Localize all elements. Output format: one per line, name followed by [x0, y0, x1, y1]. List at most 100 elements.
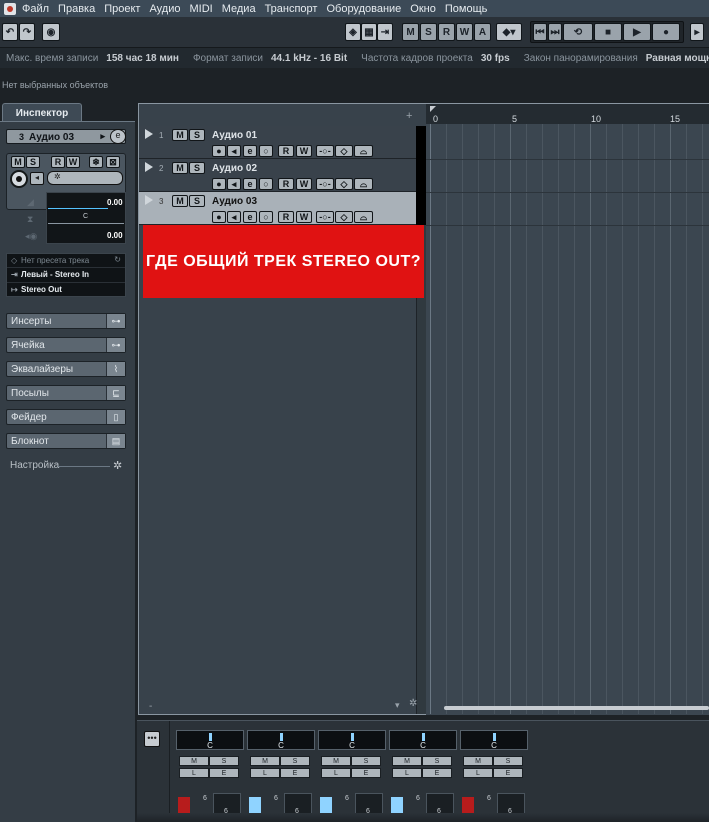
mute-button[interactable]: M [11, 156, 25, 168]
track-row[interactable]: 1 M S Аудио 01 ● ◂ e ○ R W -○- ◇ ⌓ [139, 126, 427, 159]
solo-mode-button[interactable]: S [420, 23, 437, 41]
mixer-options-button[interactable]: ••• [144, 731, 160, 747]
gear-icon[interactable]: ✲ [409, 698, 417, 709]
edit-button[interactable]: E [422, 768, 452, 778]
time-base-icon[interactable]: ◇ [335, 145, 353, 157]
automation-mode-button[interactable]: A [474, 23, 491, 41]
listen-button[interactable]: L [250, 768, 280, 778]
section-inserts[interactable]: Инсерты ⊶ [6, 313, 126, 329]
input-routing-field[interactable]: ⇥ Левый - Stereo In [7, 268, 125, 283]
record-enable-button[interactable]: ● [212, 145, 226, 157]
read-button[interactable]: R [278, 211, 294, 223]
solo-button[interactable]: S [26, 156, 40, 168]
edit-button[interactable]: E [209, 768, 239, 778]
toolbar-expand-button[interactable]: ▸ [690, 23, 704, 41]
expand-track-icon[interactable] [145, 129, 153, 139]
volume-slider[interactable] [48, 208, 108, 209]
menu-transport[interactable]: Транспорт [265, 3, 318, 15]
monitor-button[interactable]: ◂ [227, 178, 241, 190]
lanes-button[interactable]: ○ [259, 178, 273, 190]
freeze-icon[interactable]: ⌓ [354, 145, 373, 157]
frame-rate-value[interactable]: 30 fps [481, 53, 510, 64]
mute-button[interactable]: M [321, 756, 351, 766]
input-monitor-dropdown[interactable]: ✲ [47, 171, 123, 185]
menu-help[interactable]: Помощь [445, 3, 488, 15]
listen-button[interactable]: L [392, 768, 422, 778]
pan-control[interactable]: C [176, 730, 244, 750]
inspector-settings-label[interactable]: Настройка [10, 460, 59, 471]
write-button[interactable]: W [66, 156, 80, 168]
inspector-track-header[interactable]: 3 Аудио 03 ▸ [6, 129, 126, 144]
track-name[interactable]: Аудио 03 [212, 196, 257, 207]
listen-button[interactable]: L [463, 768, 493, 778]
read-button[interactable]: R [51, 156, 65, 168]
cycle-button[interactable]: ⟲ [563, 23, 593, 41]
lock-icon[interactable]: -○- [316, 211, 334, 223]
horizontal-scrollbar[interactable] [444, 706, 709, 710]
mute-mode-button[interactable]: M [402, 23, 419, 41]
track-name[interactable]: Аудио 01 [212, 130, 257, 141]
monitor-button[interactable]: ◂ [227, 145, 241, 157]
edit-button[interactable]: E [493, 768, 523, 778]
listen-button[interactable]: L [321, 768, 351, 778]
go-to-start-button[interactable]: ⏮ [533, 23, 547, 41]
mute-button[interactable]: M [463, 756, 493, 766]
edit-channel-settings-button[interactable]: e [243, 178, 257, 190]
automation-mode-dropdown[interactable]: ◆▾ [496, 23, 522, 41]
record-button[interactable]: ● [652, 23, 680, 41]
redo-button[interactable]: ↷ [19, 23, 35, 41]
gear-icon[interactable]: ✲ [113, 459, 122, 472]
pan-control[interactable]: C [247, 730, 315, 750]
freeze-icon[interactable]: ⌓ [354, 178, 373, 190]
section-sends[interactable]: Посылы ⊑ [6, 385, 126, 401]
track-name[interactable]: Аудио 02 [212, 163, 257, 174]
write-button[interactable]: W [296, 178, 312, 190]
freeze-button[interactable]: ❄ [89, 156, 103, 168]
track-preset-field[interactable]: ◇ Нет пресета трека ↻ [7, 254, 125, 268]
pan-control[interactable]: C [389, 730, 457, 750]
record-enable-button[interactable] [10, 170, 28, 188]
section-notepad[interactable]: Блокнот ▤ [6, 433, 126, 449]
menu-media[interactable]: Медиа [222, 3, 256, 15]
edit-channel-settings-button[interactable]: e [110, 129, 126, 144]
cursor-follow-button[interactable]: ⇥ [377, 23, 393, 41]
constrain-delay-button[interactable]: ◉ [42, 23, 60, 41]
record-format-value[interactable]: 44.1 kHz - 16 Bit [271, 53, 347, 64]
play-button[interactable]: ▶ [623, 23, 651, 41]
monitor-button[interactable]: ◂ [30, 172, 44, 185]
write-mode-button[interactable]: W [456, 23, 473, 41]
menu-midi[interactable]: MIDI [189, 3, 212, 15]
zoom-out-icon[interactable]: - [149, 701, 152, 712]
lock-icon[interactable]: -○- [316, 145, 334, 157]
lanes-button[interactable]: ○ [259, 145, 273, 157]
lock-icon[interactable]: -○- [316, 178, 334, 190]
timeline-ruler[interactable]: 0 5 10 15 [426, 104, 709, 124]
solo-button[interactable]: S [189, 162, 205, 174]
left-locator-icon[interactable] [430, 106, 436, 112]
mute-button[interactable]: M [179, 756, 209, 766]
pan-law-value[interactable]: Равная мощность [646, 53, 709, 64]
track-row-selected[interactable]: 3 M S Аудио 03 ● ◂ e ○ R W -○- ◇ ⌓ [139, 192, 427, 225]
section-equalizers[interactable]: Эквалайзеры ⌇ [6, 361, 126, 377]
menu-file[interactable]: Файл [22, 3, 49, 15]
read-button[interactable]: R [278, 178, 294, 190]
monitor-button[interactable]: ◂ [227, 211, 241, 223]
time-base-icon[interactable]: ◇ [335, 211, 353, 223]
listen-button[interactable]: L [179, 768, 209, 778]
expand-track-icon[interactable] [145, 162, 153, 172]
pan-control[interactable]: C [318, 730, 386, 750]
time-base-icon[interactable]: ◇ [335, 178, 353, 190]
menu-edit[interactable]: Правка [58, 3, 95, 15]
write-button[interactable]: W [296, 145, 312, 157]
autoscroll-button[interactable]: ◈ [345, 23, 361, 41]
edit-button[interactable]: E [280, 768, 310, 778]
menu-audio[interactable]: Аудио [149, 3, 180, 15]
read-mode-button[interactable]: R [438, 23, 455, 41]
add-track-icon[interactable]: + [406, 110, 412, 122]
solo-button[interactable]: S [189, 195, 205, 207]
solo-button[interactable]: S [209, 756, 239, 766]
pan-control[interactable]: C [460, 730, 528, 750]
write-button[interactable]: W [296, 211, 312, 223]
menu-devices[interactable]: Оборудование [326, 3, 401, 15]
pan-slider[interactable] [48, 223, 124, 224]
